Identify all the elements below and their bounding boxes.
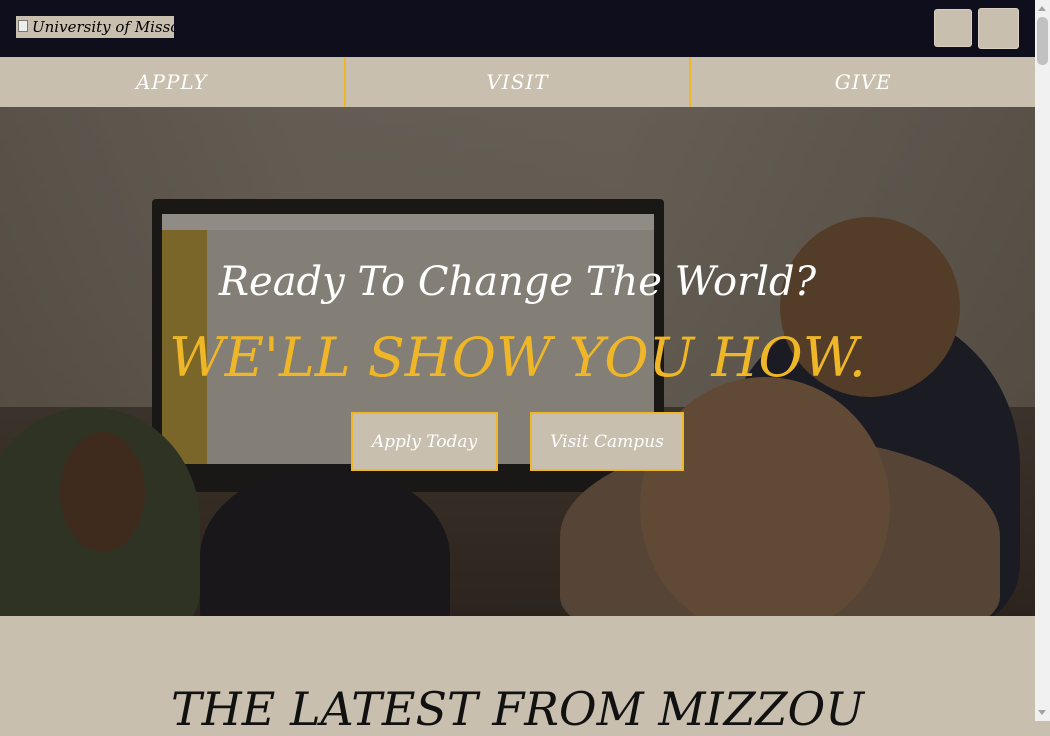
scroll-thumb[interactable]	[1037, 17, 1048, 65]
university-logo[interactable]: University of Missouri	[16, 16, 174, 38]
nav-visit[interactable]: VISIT	[343, 57, 690, 107]
hero-banner: Ready To Change The World? WE'LL SHOW YO…	[0, 107, 1035, 616]
latest-news-section: THE LATEST FROM MIZZOU	[0, 616, 1035, 736]
broken-image-icon	[18, 20, 28, 32]
hero-headline: WE'LL SHOW YOU HOW.	[169, 326, 866, 389]
nav-give[interactable]: GIVE	[689, 57, 1035, 107]
apply-today-button[interactable]: Apply Today	[351, 412, 498, 471]
menu-button[interactable]	[978, 8, 1019, 49]
top-bar: University of Missouri	[0, 0, 1035, 57]
primary-nav: APPLY VISIT GIVE	[0, 57, 1035, 107]
hero-tagline: Ready To Change The World?	[218, 259, 817, 305]
visit-campus-button[interactable]: Visit Campus	[530, 412, 684, 471]
page-scrollbar[interactable]	[1035, 0, 1050, 721]
latest-news-title: THE LATEST FROM MIZZOU	[171, 682, 864, 736]
search-button[interactable]	[934, 9, 972, 47]
logo-alt-text: University of Missouri	[32, 18, 174, 36]
nav-apply[interactable]: APPLY	[0, 57, 344, 107]
scroll-up-icon[interactable]	[1038, 6, 1046, 11]
scroll-down-icon[interactable]	[1038, 710, 1046, 715]
